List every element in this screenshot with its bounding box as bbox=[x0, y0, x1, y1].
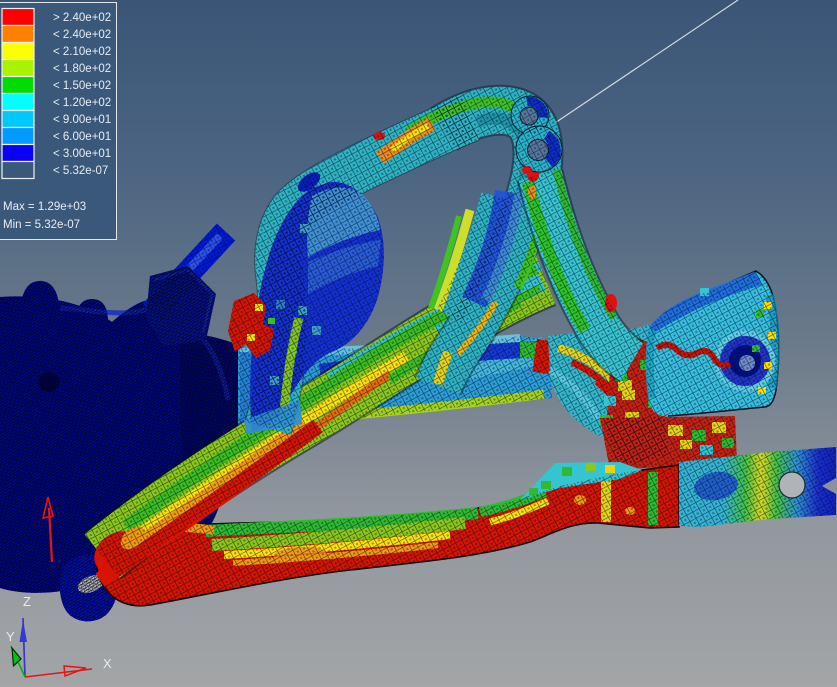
svg-text:Max = 1.29e+03: Max = 1.29e+03 bbox=[3, 201, 86, 213]
svg-text:X: X bbox=[103, 656, 112, 671]
svg-text:Y: Y bbox=[6, 629, 15, 644]
svg-text:> 2.40e+02: > 2.40e+02 bbox=[53, 12, 111, 24]
svg-text:< 1.50e+02: < 1.50e+02 bbox=[53, 80, 111, 92]
svg-text:< 9.00e+01: < 9.00e+01 bbox=[53, 114, 111, 126]
svg-text:< 3.00e+01: < 3.00e+01 bbox=[53, 148, 111, 160]
svg-text:< 2.40e+02: < 2.40e+02 bbox=[53, 29, 111, 41]
svg-text:< 5.32e-07: < 5.32e-07 bbox=[53, 165, 108, 177]
svg-text:< 2.10e+02: < 2.10e+02 bbox=[53, 46, 111, 58]
svg-text:< 1.20e+02: < 1.20e+02 bbox=[53, 97, 111, 109]
svg-text:< 1.80e+02: < 1.80e+02 bbox=[53, 63, 111, 75]
svg-text:< 6.00e+01: < 6.00e+01 bbox=[53, 131, 111, 143]
svg-text:Min = 5.32e-07: Min = 5.32e-07 bbox=[3, 219, 80, 231]
svg-text:Z: Z bbox=[23, 594, 31, 609]
